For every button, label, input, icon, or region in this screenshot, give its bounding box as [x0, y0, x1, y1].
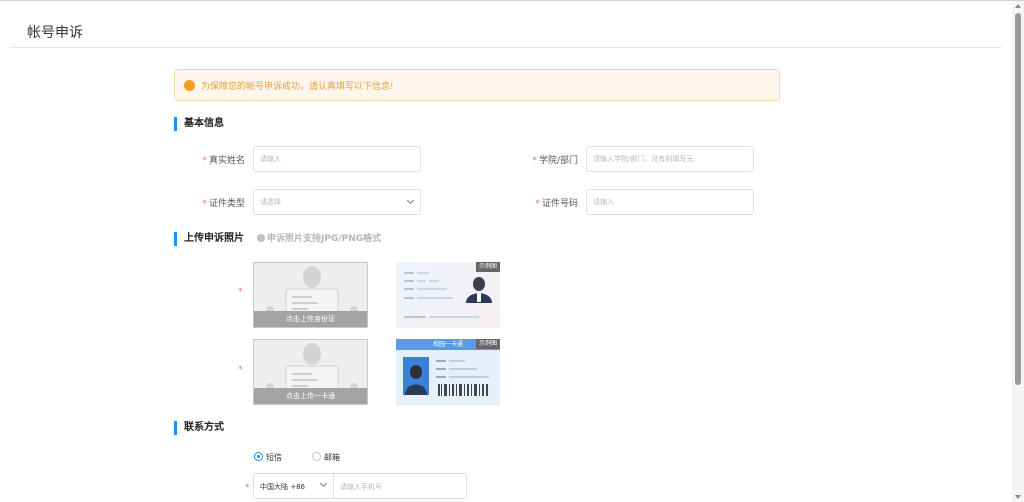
sample-tag: 示例图: [475, 262, 500, 272]
scroll-down-icon[interactable]: [1015, 495, 1021, 499]
page-header: 帐号申诉: [10, 1, 1002, 48]
id-type-select[interactable]: 请选择: [253, 189, 421, 215]
id-number-input[interactable]: 请输入: [586, 189, 754, 215]
page-title: 帐号申诉: [27, 25, 83, 41]
phone-input-group: 中国大陆 +86 请输入手机号: [253, 473, 467, 499]
notice-alert: 为保障您的帐号申诉成功，请认真填写以下信息!: [174, 69, 780, 101]
required-mark: *: [245, 483, 250, 493]
country-code-select[interactable]: 中国大陆 +86: [254, 474, 334, 498]
upload-format-hint: 申诉照片支持JPG/PNG格式: [257, 232, 381, 246]
sample-tag: 示例图: [475, 339, 500, 349]
chevron-down-icon: [319, 479, 328, 488]
required-mark: *: [238, 365, 243, 375]
id-type-label: * 证件类型: [202, 199, 245, 209]
campus-card-sample-image: 校园一卡通 示例图: [396, 339, 500, 405]
upload-campus-card[interactable]: 点击上传一卡通: [253, 339, 368, 405]
real-name-input[interactable]: 请输入: [253, 146, 421, 172]
phone-input[interactable]: 请输入手机号: [340, 482, 382, 492]
vertical-scrollbar[interactable]: [1012, 1, 1024, 502]
scroll-up-icon[interactable]: [1015, 4, 1021, 8]
department-input[interactable]: 请输入学院/部门，没有则填写无: [586, 146, 754, 172]
radio-unchecked-icon: [312, 452, 321, 461]
radio-sms[interactable]: 短信: [254, 452, 282, 463]
chevron-down-icon: [406, 196, 415, 205]
info-icon: [257, 234, 265, 242]
radio-email[interactable]: 邮箱: [312, 452, 340, 463]
radio-checked-icon: [254, 452, 263, 461]
upload-id-card-caption: 点击上传身份证: [254, 311, 367, 327]
section-title-upload: 上传申诉照片: [174, 232, 244, 246]
section-title-basic-info: 基本信息: [174, 117, 224, 131]
section-title-contact: 联系方式: [174, 421, 224, 435]
required-mark: *: [238, 287, 243, 297]
id-card-sample-image: 示例图: [396, 262, 500, 328]
alert-text: 为保障您的帐号申诉成功，请认真填写以下信息!: [201, 82, 394, 92]
id-number-label: * 证件号码: [535, 199, 578, 209]
department-label: * 学院/部门: [532, 156, 578, 166]
scrollbar-thumb[interactable]: [1015, 13, 1021, 385]
upload-campus-card-caption: 点击上传一卡通: [254, 388, 367, 404]
upload-id-card[interactable]: 点击上传身份证: [253, 262, 368, 328]
real-name-label: * 真实姓名: [202, 156, 245, 166]
warning-icon: [184, 80, 195, 91]
